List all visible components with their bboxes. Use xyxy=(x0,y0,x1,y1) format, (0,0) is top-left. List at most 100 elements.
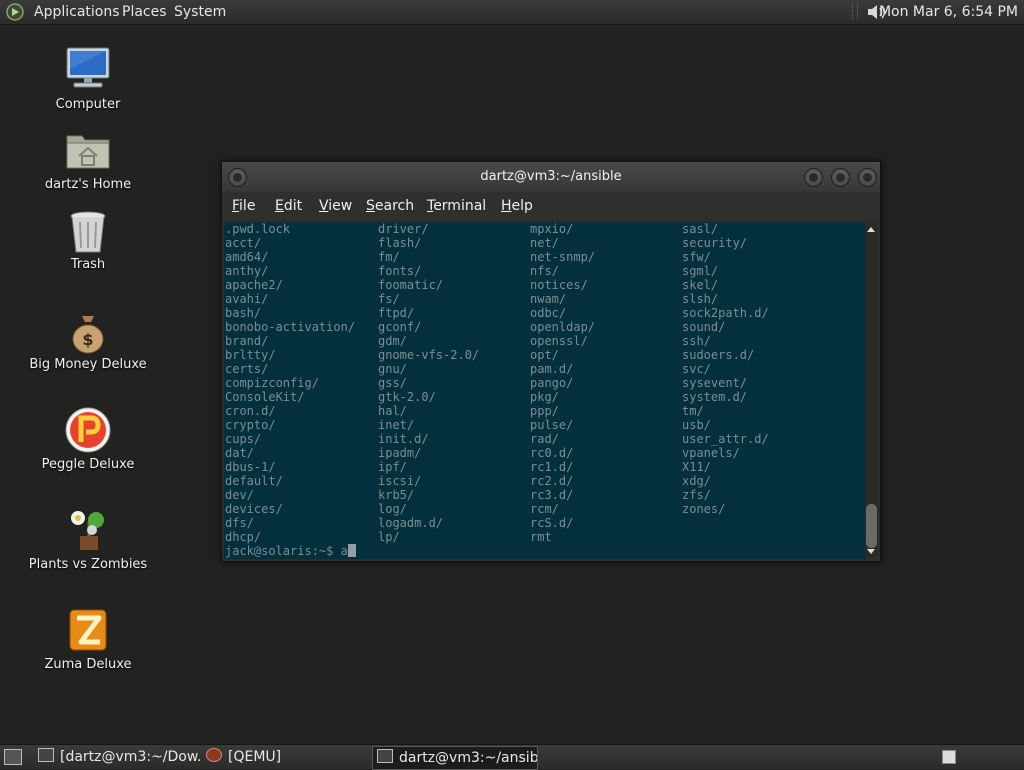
desktop-icon-label: Computer xyxy=(55,97,121,112)
terminal-scrollbar[interactable] xyxy=(865,222,878,559)
workspace-switcher[interactable] xyxy=(942,750,956,764)
terminal-window[interactable]: dartz@vm3:~/ansible File Edit View Searc… xyxy=(221,161,881,562)
shell-prompt: jack@solaris:~$ a xyxy=(225,544,356,558)
listing-entry: inet/ xyxy=(378,418,415,432)
zuma-icon xyxy=(69,609,107,651)
system-menu[interactable]: System xyxy=(174,0,226,24)
desktop-icon-trash[interactable]: Trash xyxy=(28,208,148,278)
listing-entry: sudoers.d/ xyxy=(682,348,755,362)
listing-entry: dfs/ xyxy=(225,516,254,530)
desktop-icon-peggle[interactable]: Peggle Deluxe xyxy=(28,406,148,478)
listing-entry: sound/ xyxy=(682,320,726,334)
listing-entry: ssh/ xyxy=(682,334,711,348)
desktop-icon-label: Peggle Deluxe xyxy=(41,457,135,472)
desktop-icon-big-money[interactable]: $ Big Money Deluxe xyxy=(28,308,148,378)
listing-entry: anthy/ xyxy=(225,264,269,278)
desktop-icon-home[interactable]: dartz's Home xyxy=(28,126,148,198)
listing-entry: ipadm/ xyxy=(378,446,422,460)
listing-entry: acct/ xyxy=(225,236,262,250)
listing-entry: ipf/ xyxy=(378,460,407,474)
peggle-icon xyxy=(65,407,111,453)
listing-entry: fm/ xyxy=(378,250,400,264)
desktop-icon-label: dartz's Home xyxy=(44,177,132,192)
listing-column-4: sasl/security/sfw/sgml/skel/slsh/sock2pa… xyxy=(682,222,832,516)
menu-help[interactable]: Help xyxy=(501,192,533,220)
listing-entry: sasl/ xyxy=(682,222,719,236)
listing-entry: pango/ xyxy=(530,376,574,390)
menu-file[interactable]: File xyxy=(232,192,255,220)
listing-entry: bonobo-activation/ xyxy=(225,320,356,334)
listing-entry: fs/ xyxy=(378,292,400,306)
scrollbar-thumb[interactable] xyxy=(866,504,877,548)
listing-entry: flash/ xyxy=(378,236,422,250)
terminal-app-icon xyxy=(377,749,393,763)
listing-entry: cron.d/ xyxy=(225,404,276,418)
svg-text:$: $ xyxy=(82,330,93,349)
scroll-down-arrow-icon[interactable] xyxy=(867,549,875,554)
show-desktop-icon[interactable] xyxy=(4,749,22,765)
listing-entry: ConsoleKit/ xyxy=(225,390,305,404)
taskbar-item-downloads[interactable]: [dartz@vm3:~/Dow... xyxy=(38,746,200,768)
menu-search[interactable]: Search xyxy=(366,192,414,220)
menu-edit[interactable]: Edit xyxy=(275,192,302,220)
listing-entry: iscsi/ xyxy=(378,474,422,488)
listing-entry: rmt xyxy=(530,530,552,544)
listing-entry: logadm.d/ xyxy=(378,516,444,530)
listing-entry: rc2.d/ xyxy=(530,474,574,488)
listing-entry: svc/ xyxy=(682,362,711,376)
listing-entry: sysevent/ xyxy=(682,376,748,390)
listing-entry: dev/ xyxy=(225,488,254,502)
menu-terminal[interactable]: Terminal xyxy=(427,192,486,220)
listing-entry: zfs/ xyxy=(682,488,711,502)
close-icon[interactable] xyxy=(858,168,877,187)
listing-entry: rc1.d/ xyxy=(530,460,574,474)
listing-entry: log/ xyxy=(378,502,407,516)
listing-entry: mpxio/ xyxy=(530,222,574,236)
desktop-icon-label: Zuma Deluxe xyxy=(44,657,132,672)
listing-entry: zones/ xyxy=(682,502,726,516)
window-title: dartz@vm3:~/ansible xyxy=(480,169,622,184)
listing-entry: system.d/ xyxy=(682,390,748,404)
listing-entry: notices/ xyxy=(530,278,588,292)
listing-entry: user_attr.d/ xyxy=(682,432,769,446)
listing-entry: openssl/ xyxy=(530,334,588,348)
window-menu-icon[interactable] xyxy=(228,168,247,187)
listing-entry: cups/ xyxy=(225,432,262,446)
scroll-up-arrow-icon[interactable] xyxy=(867,227,875,232)
main-menu-logo-icon[interactable] xyxy=(6,3,24,21)
listing-entry: gconf/ xyxy=(378,320,422,334)
computer-icon xyxy=(66,47,110,88)
prompt-text: jack@solaris:~$ a xyxy=(225,544,348,558)
terminal-output[interactable]: .pwd.lock acct/amd64/anthy/apache2/avahi/… xyxy=(224,222,865,559)
listing-entry: net-snmp/ xyxy=(530,250,596,264)
listing-entry: security/ xyxy=(682,236,748,250)
taskbar-item-ansible[interactable]: dartz@vm3:~/ansible xyxy=(372,746,538,770)
listing-entry: foomatic/ xyxy=(378,278,444,292)
places-menu[interactable]: Places xyxy=(122,0,167,24)
listing-entry: opt/ xyxy=(530,348,559,362)
listing-entry: gnu/ xyxy=(378,362,407,376)
listing-entry: usb/ xyxy=(682,418,711,432)
money-bag-icon: $ xyxy=(72,316,104,354)
desktop-icon-label: Trash xyxy=(70,257,106,272)
clock[interactable]: Mon Mar 6, 6:54 PM xyxy=(879,0,1018,24)
minimize-icon[interactable] xyxy=(804,168,823,187)
desktop-icon-zuma[interactable]: Zuma Deluxe xyxy=(28,606,148,678)
listing-entry: rc3.d/ xyxy=(530,488,574,502)
taskbar-item-qemu[interactable]: [QEMU] xyxy=(206,746,366,768)
maximize-icon[interactable] xyxy=(831,168,850,187)
home-folder-icon xyxy=(66,135,110,169)
desktop-icon-plants-zombies[interactable]: Plants vs Zombies xyxy=(28,506,148,578)
window-titlebar[interactable]: dartz@vm3:~/ansible xyxy=(222,162,880,192)
desktop-icon-computer[interactable]: Computer xyxy=(28,44,148,116)
listing-entry: devices/ xyxy=(225,502,283,516)
menu-view[interactable]: View xyxy=(319,192,352,220)
listing-entry: rcS.d/ xyxy=(530,516,574,530)
listing-entry: bash/ xyxy=(225,306,262,320)
listing-entry: xdg/ xyxy=(682,474,711,488)
text-cursor xyxy=(347,544,356,557)
listing-entry: X11/ xyxy=(682,460,711,474)
applications-menu[interactable]: Applications xyxy=(34,0,120,24)
listing-entry: rad/ xyxy=(530,432,559,446)
listing-entry: pulse/ xyxy=(530,418,574,432)
